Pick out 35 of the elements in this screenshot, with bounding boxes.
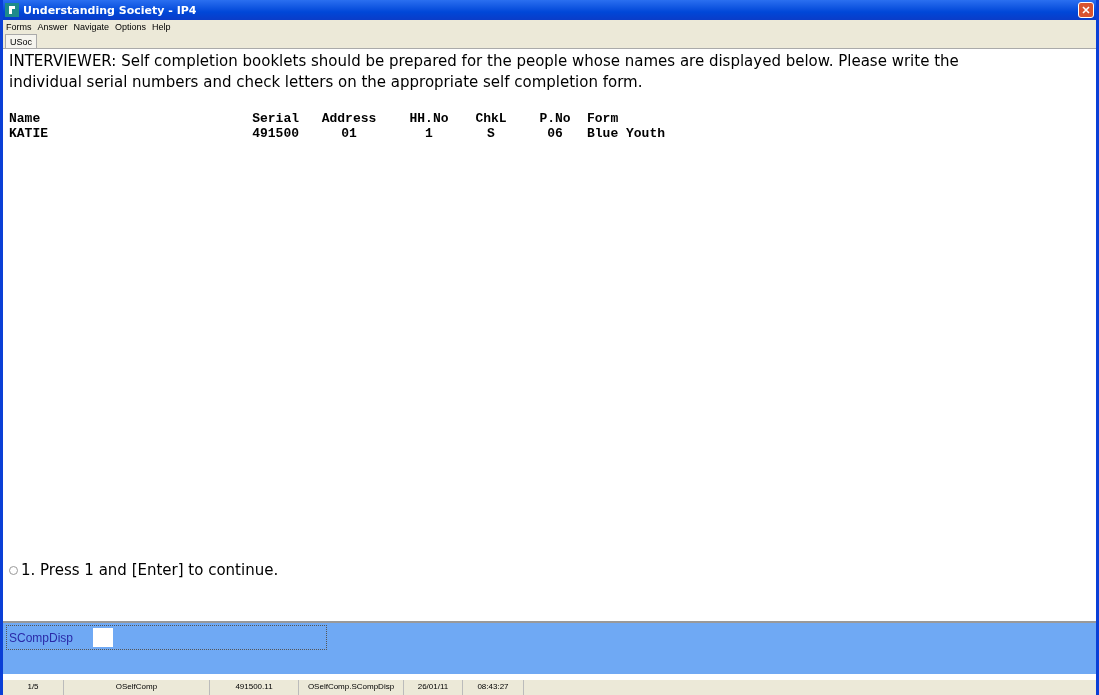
app-icon: [5, 3, 19, 17]
tab[interactable]: USoc: [5, 34, 37, 48]
menu-item[interactable]: Help: [152, 21, 171, 32]
status-cell: 08:43:27: [463, 680, 524, 695]
table-cell-text: 01: [340, 126, 358, 141]
column-header: Name: [9, 111, 42, 126]
table-cell-text: 06: [546, 126, 564, 141]
answer-field[interactable]: [93, 628, 114, 647]
status-cell: 491500.11: [210, 680, 299, 695]
column-header: Address: [320, 111, 378, 126]
table-cell-text: S: [486, 126, 496, 141]
menu-item[interactable]: Options: [115, 21, 147, 32]
table-cell-text: 491500: [251, 126, 299, 141]
window-title: Understanding Society - IP4: [23, 3, 198, 17]
column-header: Form: [587, 111, 620, 126]
close-button[interactable]: [1078, 2, 1094, 18]
status-cell: OSelfComp: [64, 680, 210, 695]
instruction-text: INTERVIEWER: Self completion booklets should be prepared for the people whose names are displayed below. Please write the individual serial numbers and check letters on the appropriate self completion form.: [9, 51, 960, 93]
answer-label: SCompDisp: [9, 630, 74, 645]
table-cell-text: 1: [424, 126, 434, 141]
column-header: ChkL: [474, 111, 508, 126]
option-label: 1. Press 1 and [Enter] to continue.: [21, 561, 279, 579]
column-header: HH.No: [408, 111, 450, 126]
column-header: P.No: [538, 111, 572, 126]
table-cell-text: Blue Youth: [587, 126, 666, 141]
radio-button[interactable]: [9, 566, 18, 575]
close-icon: [1082, 6, 1090, 14]
column-header: Serial: [251, 111, 299, 126]
status-cell: OSelfComp.SCompDisp: [299, 680, 404, 695]
menu-item[interactable]: Forms: [6, 21, 32, 32]
status-cell: 26/01/11: [404, 680, 463, 695]
table-cell-text: KATIE: [9, 126, 49, 141]
menu-item[interactable]: Navigate: [73, 21, 110, 32]
menu-item[interactable]: Answer: [37, 21, 68, 32]
status-cell: 1/5: [3, 680, 64, 695]
